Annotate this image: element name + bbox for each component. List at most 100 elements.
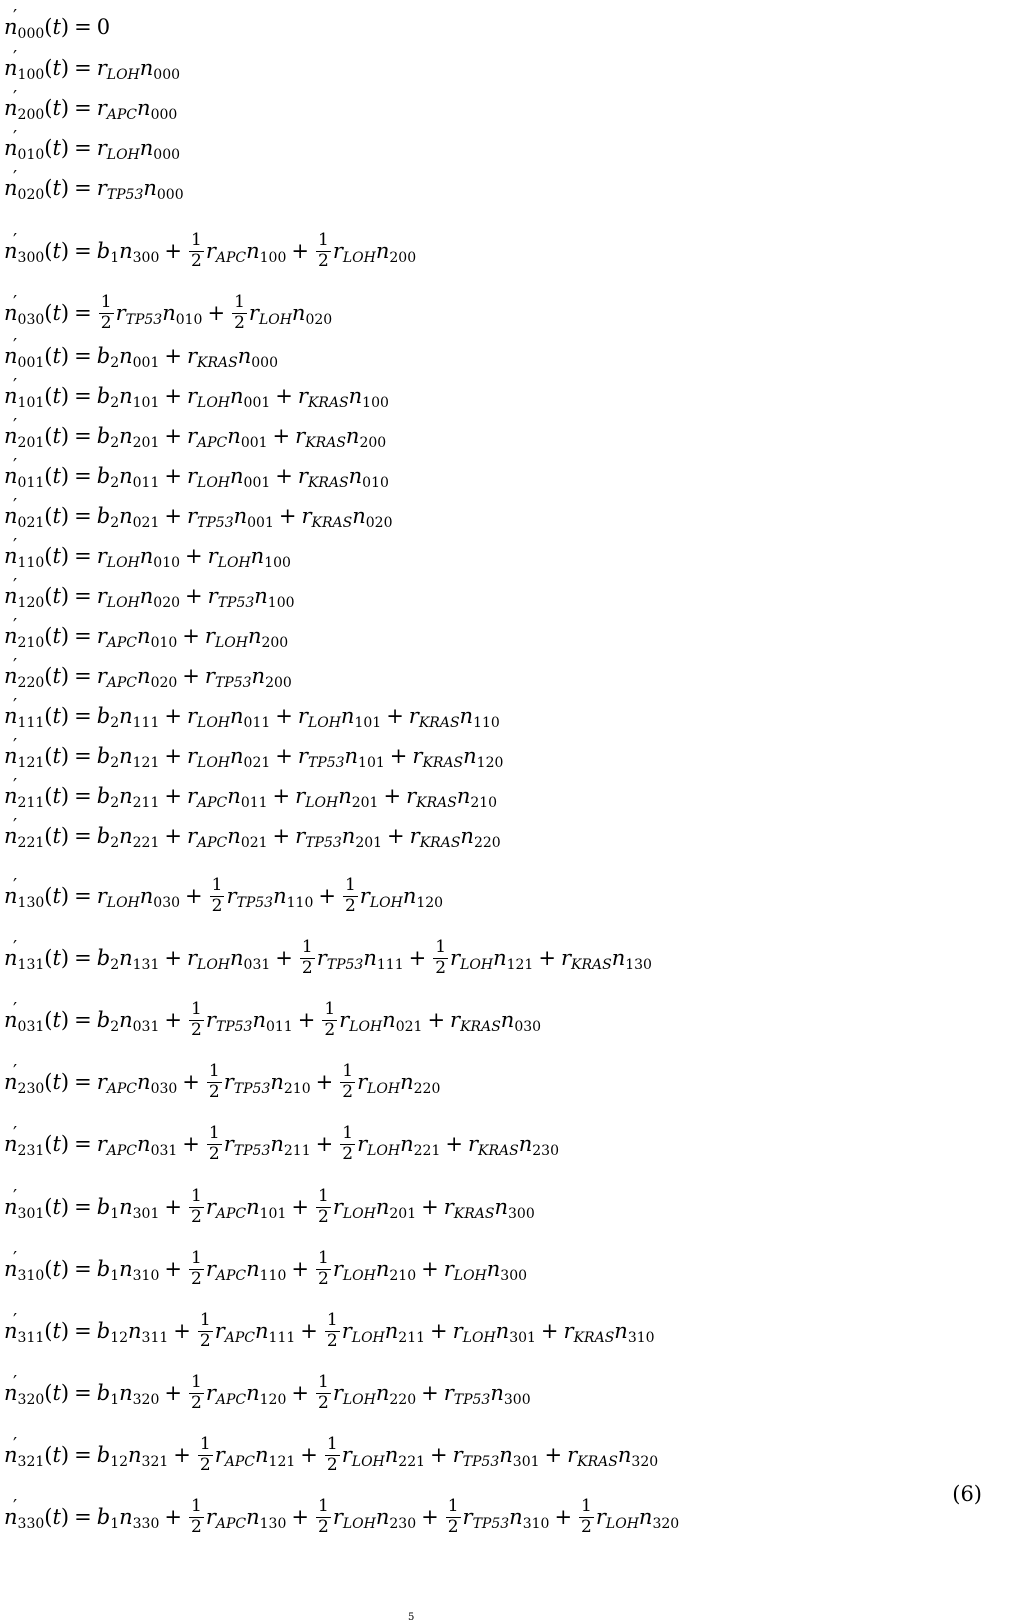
rate-subscript: TP53 — [233, 1080, 271, 1097]
fraction-one-half: 12 — [98, 293, 114, 333]
fraction-one-half: 12 — [188, 1187, 204, 1227]
plus-sign: + — [164, 464, 182, 488]
lhs-symbol: n ′ — [4, 775, 18, 808]
population-symbol: n — [459, 704, 474, 728]
fraction-one-half: 12 — [197, 1435, 213, 1475]
rate-symbol: r — [205, 1256, 216, 1281]
rate-subscript: KRAS — [571, 956, 612, 973]
lhs-symbol: n ′ — [4, 1495, 18, 1529]
equation-line: n ′ 210(t) = rAPCn010 + rLOHn200 — [4, 617, 288, 651]
lhs-symbol: n ′ — [4, 415, 18, 448]
population-symbol: n — [254, 584, 268, 608]
plus-sign: + — [315, 1131, 334, 1156]
equals-sign: = — [74, 784, 92, 808]
population-subscript: 111 — [268, 1329, 296, 1346]
population-subscript: 100 — [267, 595, 295, 611]
fraction-numerator: 1 — [188, 230, 204, 252]
rate-subscript: APC — [106, 1142, 138, 1159]
time-variable: t — [52, 504, 61, 528]
lhs-subscript: 310 — [17, 1267, 45, 1284]
population-subscript: 200 — [359, 435, 387, 451]
population-symbol: n — [340, 704, 355, 728]
population-subscript: 021 — [243, 755, 271, 771]
population-symbol: n — [384, 1318, 399, 1343]
population-symbol: n — [119, 384, 133, 408]
fraction-one-half: 12 — [315, 1187, 331, 1227]
population-symbol: n — [227, 824, 241, 848]
population-symbol: n — [400, 1069, 414, 1094]
rate-symbol: r — [214, 1318, 225, 1343]
population-symbol: n — [456, 784, 471, 808]
rate-subscript: KRAS — [307, 395, 349, 411]
lhs-subscript: 110 — [17, 555, 45, 571]
time-variable: t — [52, 1007, 61, 1032]
fraction-denominator: 2 — [208, 1143, 220, 1164]
fraction-one-half: 12 — [324, 1311, 340, 1351]
population-subscript: 031 — [243, 956, 271, 973]
plus-sign: + — [387, 824, 405, 848]
prime-mark: ′ — [13, 1371, 18, 1393]
paren: ) — [60, 784, 70, 808]
plus-sign: + — [544, 1442, 563, 1467]
plus-sign: + — [185, 544, 203, 568]
population-subscript: 020 — [153, 595, 181, 611]
population-symbol: n — [363, 945, 377, 970]
rate-symbol: r — [409, 824, 420, 848]
rate-symbol: r — [295, 824, 306, 848]
paren: ) — [60, 344, 70, 368]
fraction-denominator: 2 — [317, 250, 329, 271]
time-variable: t — [52, 824, 61, 848]
equation-line: n ′ 121(t) = b2n121 + rLOHn021 + rTP53n101 + rKRAS… — [4, 737, 504, 771]
rate-subscript: KRAS — [197, 355, 238, 371]
rate-subscript: 2 — [110, 475, 120, 491]
rate-subscript: TP53 — [236, 894, 274, 911]
fraction-denominator: 2 — [317, 1268, 329, 1289]
rate-subscript: KRAS — [418, 715, 460, 731]
population-symbol: n — [230, 704, 244, 728]
population-subscript: 121 — [268, 1453, 296, 1470]
population-symbol: n — [352, 504, 366, 528]
plus-sign: + — [275, 704, 293, 728]
population-subscript: 000 — [150, 107, 178, 123]
rate-symbol: r — [204, 624, 215, 648]
population-subscript: 010 — [175, 311, 203, 328]
fraction-denominator: 2 — [199, 1330, 211, 1351]
rate-subscript: KRAS — [573, 1329, 615, 1346]
paren: ) — [60, 504, 70, 528]
fraction-denominator: 2 — [301, 957, 313, 978]
population-symbol: n — [119, 1380, 133, 1405]
population-symbol: n — [139, 584, 154, 608]
rate-subscript: TP53 — [305, 835, 342, 851]
plus-sign: + — [173, 1442, 191, 1467]
population-subscript: 220 — [413, 1080, 441, 1097]
rate-symbol: r — [186, 704, 198, 728]
rate-symbol: r — [186, 784, 198, 808]
equals-sign: = — [74, 464, 92, 488]
population-symbol: n — [137, 664, 151, 688]
plus-sign: + — [386, 704, 404, 728]
population-subscript: 120 — [476, 755, 504, 771]
rate-subscript: APC — [106, 635, 138, 651]
fraction-numerator: 1 — [188, 1372, 204, 1394]
prime-mark: ′ — [13, 495, 18, 516]
plus-sign: + — [300, 1442, 318, 1467]
rate-subscript: KRAS — [305, 435, 346, 451]
plus-sign: + — [383, 784, 402, 808]
plus-sign: + — [421, 1256, 439, 1281]
prime-mark: ′ — [13, 87, 18, 108]
plus-sign: + — [272, 824, 291, 848]
fraction-denominator: 2 — [435, 957, 447, 978]
rate-symbol: r — [96, 624, 107, 648]
lhs-subscript: 231 — [17, 1142, 45, 1159]
time-variable: t — [52, 945, 61, 970]
rate-symbol: r — [301, 504, 312, 528]
rate-symbol: r — [96, 136, 107, 160]
fraction-denominator: 2 — [190, 1019, 202, 1040]
population-subscript: 211 — [132, 795, 160, 811]
population-symbol: n — [119, 1504, 133, 1529]
prime-mark: ′ — [13, 998, 18, 1020]
fraction-denominator: 2 — [317, 1392, 329, 1413]
population-subscript: 011 — [132, 475, 160, 491]
population-subscript: 210 — [283, 1080, 311, 1097]
fraction-numerator: 1 — [206, 1123, 222, 1145]
